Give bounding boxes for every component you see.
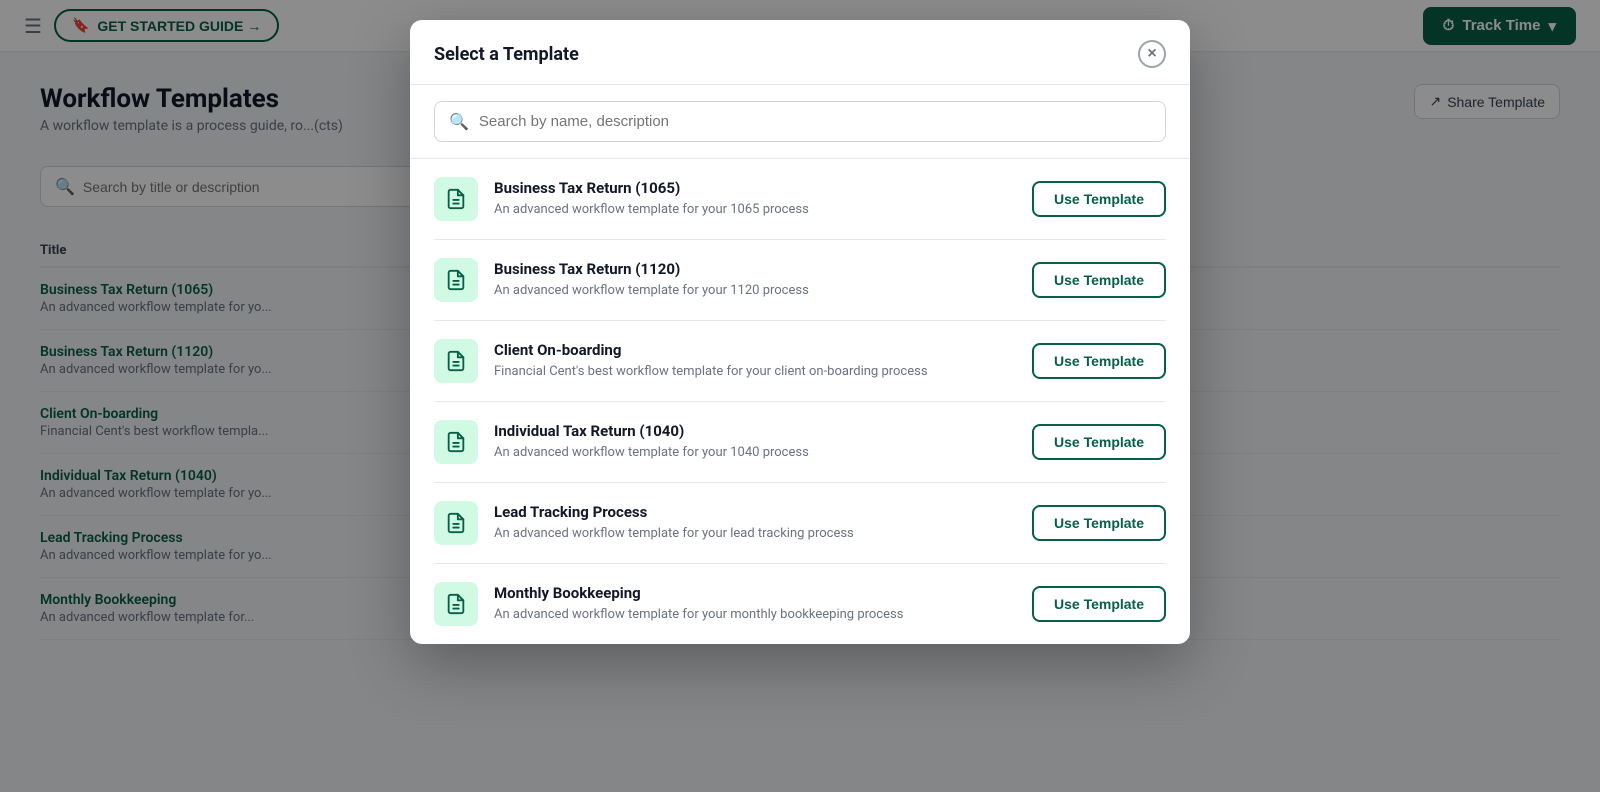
template-row: Lead Tracking Process An advanced workfl… (434, 483, 1166, 564)
template-row: Monthly Bookkeeping An advanced workflow… (434, 564, 1166, 644)
template-row: Individual Tax Return (1040) An advanced… (434, 402, 1166, 483)
template-icon-4 (434, 501, 478, 545)
close-icon: × (1147, 45, 1156, 63)
template-name-2: Client On-boarding (494, 341, 1016, 359)
template-info-5: Monthly Bookkeeping An advanced workflow… (494, 584, 1016, 625)
use-template-button-0[interactable]: Use Template (1032, 181, 1166, 217)
template-icon-3 (434, 420, 478, 464)
use-template-button-2[interactable]: Use Template (1032, 343, 1166, 379)
document-icon (445, 512, 467, 534)
template-icon-1 (434, 258, 478, 302)
modal-close-button[interactable]: × (1138, 40, 1166, 68)
modal-search-section: 🔍 (410, 85, 1190, 159)
template-row: Business Tax Return (1065) An advanced w… (434, 159, 1166, 240)
template-info-0: Business Tax Return (1065) An advanced w… (494, 179, 1016, 220)
modal-search-input[interactable] (479, 113, 1151, 130)
modal-title: Select a Template (434, 44, 579, 65)
template-name-0: Business Tax Return (1065) (494, 179, 1016, 197)
use-template-button-4[interactable]: Use Template (1032, 505, 1166, 541)
use-template-button-1[interactable]: Use Template (1032, 262, 1166, 298)
document-icon (445, 188, 467, 210)
template-icon-0 (434, 177, 478, 221)
document-icon (445, 350, 467, 372)
template-info-3: Individual Tax Return (1040) An advanced… (494, 422, 1016, 463)
document-icon (445, 431, 467, 453)
template-info-1: Business Tax Return (1120) An advanced w… (494, 260, 1016, 301)
template-icon-2 (434, 339, 478, 383)
template-name-3: Individual Tax Return (1040) (494, 422, 1016, 440)
template-desc-1: An advanced workflow template for your 1… (494, 281, 1016, 301)
modal-template-list: Business Tax Return (1065) An advanced w… (410, 159, 1190, 644)
template-info-2: Client On-boarding Financial Cent's best… (494, 341, 1016, 382)
template-row: Client On-boarding Financial Cent's best… (434, 321, 1166, 402)
template-desc-2: Financial Cent's best workflow template … (494, 362, 1016, 382)
document-icon (445, 593, 467, 615)
template-name-4: Lead Tracking Process (494, 503, 1016, 521)
modal-header: Select a Template × (410, 20, 1190, 85)
template-desc-3: An advanced workflow template for your 1… (494, 443, 1016, 463)
template-name-1: Business Tax Return (1120) (494, 260, 1016, 278)
template-info-4: Lead Tracking Process An advanced workfl… (494, 503, 1016, 544)
template-desc-5: An advanced workflow template for your m… (494, 605, 1016, 625)
document-icon (445, 269, 467, 291)
modal-search-inner: 🔍 (434, 101, 1166, 142)
template-desc-0: An advanced workflow template for your 1… (494, 200, 1016, 220)
select-template-modal: Select a Template × 🔍 Business Tax Retur… (410, 20, 1190, 644)
template-icon-5 (434, 582, 478, 626)
use-template-button-5[interactable]: Use Template (1032, 586, 1166, 622)
search-icon: 🔍 (449, 112, 469, 131)
template-desc-4: An advanced workflow template for your l… (494, 524, 1016, 544)
use-template-button-3[interactable]: Use Template (1032, 424, 1166, 460)
template-row: Business Tax Return (1120) An advanced w… (434, 240, 1166, 321)
template-name-5: Monthly Bookkeeping (494, 584, 1016, 602)
